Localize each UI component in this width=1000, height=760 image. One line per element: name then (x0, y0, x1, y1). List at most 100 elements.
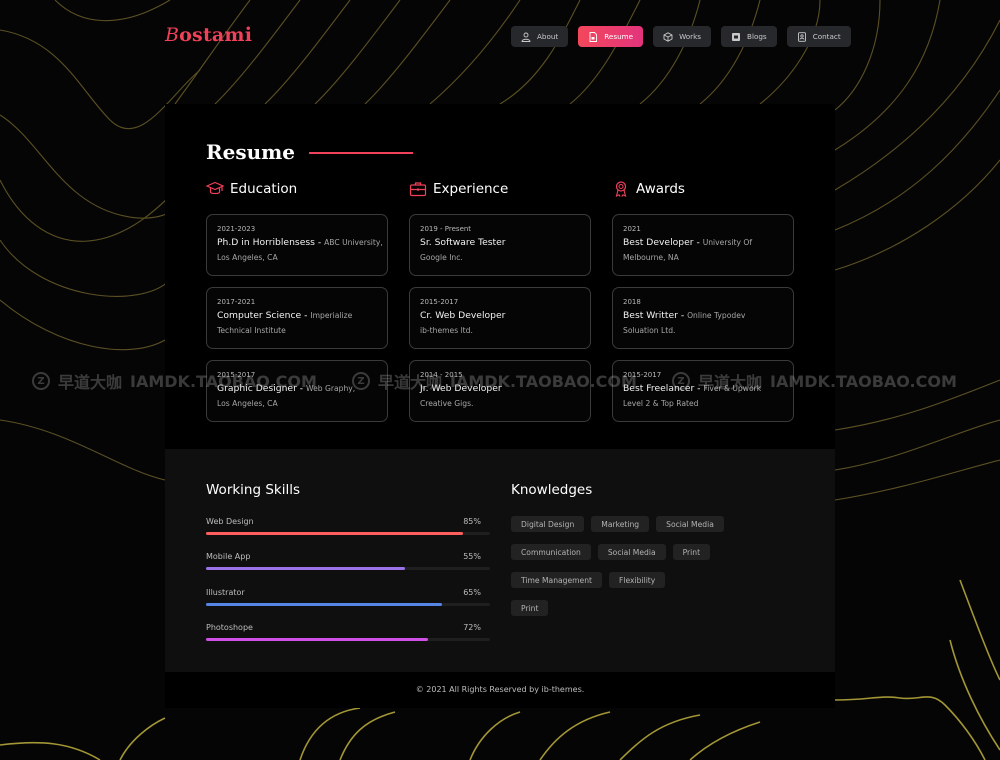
section-title-row: Resume (206, 140, 414, 164)
award-card: 2015-2017 Best Freelancer - Fiver & Upwo… (612, 360, 794, 422)
skill-bar: Illustrator 65% (206, 588, 490, 612)
card-title: Graphic Designer (217, 383, 297, 394)
skill-label: Photoshope (206, 623, 253, 632)
skill-label: Mobile App (206, 552, 251, 561)
skill-track (206, 603, 490, 606)
blog-icon (732, 32, 741, 41)
card-subtitle: Imperialize (310, 311, 353, 320)
knowledge-tags: Digital Design Marketing Social Media Co… (511, 516, 771, 628)
skill-fill (206, 532, 464, 535)
card-title: Sr. Software Tester (420, 237, 506, 248)
experience-card: 2019 - Present Sr. Software Tester Googl… (409, 214, 591, 276)
card-title: Jr. Web Developer (420, 383, 502, 394)
skill-track (206, 567, 490, 570)
skill-fill (206, 567, 405, 570)
document-icon (589, 31, 598, 42)
card-subtitle: Web Graphy, (306, 384, 356, 393)
nav-works[interactable]: Works (653, 26, 712, 47)
award-card: 2018 Best Writter - Online Typodev Solua… (612, 287, 794, 349)
skill-percent: 72% (463, 623, 481, 632)
nav-about[interactable]: About (511, 26, 569, 47)
card-detail: Technical Institute (217, 326, 286, 335)
card-title: Best Developer (623, 237, 694, 248)
education-card: 2017-2021 Computer Science - Imperialize… (206, 287, 388, 349)
header: Bostami About Resume Works Blogs Contact (0, 0, 1000, 72)
card-date: 2017-2021 (217, 298, 256, 306)
card-subtitle: ABC University, (324, 238, 383, 247)
skill-label: Web Design (206, 517, 254, 526)
experience-heading: Experience (409, 180, 591, 198)
card-date: 2018 (623, 298, 641, 306)
footer-copyright: © 2021 All Rights Reserved by ib-themes. (415, 685, 585, 694)
card-title: Computer Science (217, 310, 302, 321)
nav-blogs-label: Blogs (747, 32, 767, 41)
knowledge-tag: Social Media (656, 516, 724, 532)
knowledge-tag: Marketing (591, 516, 650, 532)
tag-row: Digital Design Marketing Social Media (511, 516, 771, 532)
nav-blogs[interactable]: Blogs (721, 26, 777, 47)
skill-percent: 55% (463, 552, 481, 561)
card-date: 2021-2023 (217, 225, 256, 233)
card-detail: Soluation Ltd. (623, 326, 676, 335)
card-detail: Creative Gigs. (420, 399, 474, 408)
user-icon (521, 32, 531, 42)
knowledge-tag: Social Media (597, 544, 666, 560)
card-subtitle: Fiver & Upwork (703, 384, 762, 393)
awards-heading: Awards (612, 180, 794, 198)
card-title: Best Writter (623, 310, 678, 321)
skills-section: Working Skills Web Design 85% Mobile App… (165, 449, 835, 672)
card-detail: Google Inc. (420, 253, 463, 262)
award-ribbon-icon (615, 181, 627, 197)
education-column: Education 2021-2023 Ph.D in Horriblenses… (206, 180, 388, 422)
page-title: Resume (206, 140, 296, 164)
skill-track (206, 532, 490, 535)
cube-icon (663, 31, 673, 42)
card-detail: Level 2 & Top Rated (623, 399, 699, 408)
education-card: 2015-2017 Graphic Designer - Web Graphy,… (206, 360, 388, 422)
card-title-line: Best Developer - University Of (623, 237, 753, 248)
logo-text: ostami (179, 24, 253, 46)
awards-column: Awards 2021 Best Developer - University … (612, 180, 794, 422)
skill-fill (206, 603, 442, 606)
education-heading: Education (206, 180, 388, 198)
card-title: Ph.D in Horriblensess (217, 237, 315, 248)
nav-contact[interactable]: Contact (786, 26, 851, 47)
card-title-line: Graphic Designer - Web Graphy, (217, 383, 356, 394)
skill-fill (206, 638, 428, 641)
card-date: 2015-2017 (420, 298, 459, 306)
award-card: 2021 Best Developer - University Of Melb… (612, 214, 794, 276)
awards-title: Awards (636, 181, 685, 197)
card-subtitle: Online Typodev (687, 311, 746, 320)
experience-card: 2014 - 2015 Jr. Web Developer Creative G… (409, 360, 591, 422)
logo[interactable]: Bostami (165, 24, 252, 46)
card-date: 2014 - 2015 (420, 371, 463, 379)
card-detail: ib-themes ltd. (420, 326, 473, 335)
card-title-line: Ph.D in Horriblensess - ABC University, (217, 237, 383, 248)
skill-label: Illustrator (206, 588, 245, 597)
nav-about-label: About (537, 32, 559, 41)
knowledge-tag: Time Management (511, 572, 603, 588)
card-date: 2019 - Present (420, 225, 472, 233)
tag-row: Communication Social Media Print (511, 544, 771, 560)
skill-bar: Mobile App 55% (206, 552, 490, 576)
nav-works-label: Works (679, 32, 702, 41)
nav-resume[interactable]: Resume (578, 26, 644, 47)
title-underline (309, 152, 414, 154)
nav-resume-label: Resume (604, 32, 634, 41)
card-title-line: Best Freelancer - Fiver & Upwork (623, 383, 762, 394)
education-card: 2021-2023 Ph.D in Horriblensess - ABC Un… (206, 214, 388, 276)
logo-initial: B (165, 24, 180, 46)
main-nav: About Resume Works Blogs Contact (511, 26, 851, 47)
graduation-cap-icon (206, 181, 224, 195)
skill-bar: Web Design 85% (206, 517, 490, 541)
knowledge-tag: Print (511, 600, 549, 616)
experience-title: Experience (433, 181, 509, 197)
knowledge-tag: Communication (511, 544, 591, 560)
experience-column: Experience 2019 - Present Sr. Software T… (409, 180, 591, 422)
card-title: Best Freelancer (623, 383, 695, 394)
knowledge-tag: Flexibility (609, 572, 666, 588)
card-detail: Los Angeles, CA (217, 253, 278, 262)
briefcase-icon (409, 182, 427, 197)
education-title: Education (230, 181, 298, 197)
skill-percent: 65% (463, 588, 481, 597)
